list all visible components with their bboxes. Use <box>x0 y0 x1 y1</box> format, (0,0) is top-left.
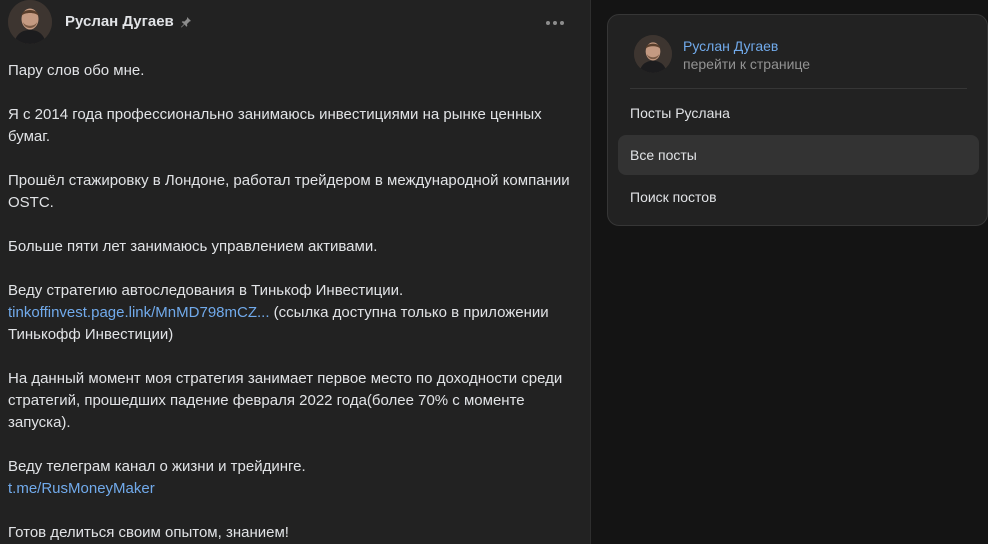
menu-item-author-posts[interactable]: Посты Руслана <box>618 93 979 133</box>
post-text: Пару слов обо мне. Я с 2014 года професс… <box>8 60 573 544</box>
post-panel: Руслан Дугаев Пару слов обо мне. Я с 201… <box>0 0 591 544</box>
post-paragraph: Готов делиться своим опытом, знанием! <box>8 524 289 541</box>
author-avatar[interactable] <box>8 0 52 44</box>
menu-item-search-posts[interactable]: Поиск постов <box>618 177 979 217</box>
profile-avatar[interactable] <box>634 35 672 73</box>
post-paragraph: Веду телеграм канал о жизни и трейдинге.… <box>8 456 573 500</box>
post-paragraph: Веду стратегию автоследования в Тинькоф … <box>8 280 573 346</box>
post-paragraph: На данный момент моя стратегия занимает … <box>8 370 563 431</box>
pin-icon <box>181 17 191 28</box>
author-menu-card: Руслан Дугаев перейти к странице Посты Р… <box>607 14 988 226</box>
post-header: Руслан Дугаев <box>8 0 578 46</box>
post-paragraph: Больше пяти лет занимаюсь управлением ак… <box>8 238 378 255</box>
avatar-photo-icon <box>8 0 52 44</box>
avatar-photo-icon <box>634 35 672 73</box>
telegram-link[interactable]: t.me/RusMoneyMaker <box>8 480 155 497</box>
more-horizontal-icon[interactable] <box>543 13 567 33</box>
post-paragraph: Я с 2014 года профессионально занимаюсь … <box>8 106 542 145</box>
tinkoff-link[interactable]: tinkoffinvest.page.link/MnMD798mCZ... <box>8 304 270 321</box>
post-paragraph: Пару слов обо мне. <box>8 62 145 79</box>
telegram-text: Веду телеграм канал о жизни и трейдинге. <box>8 458 306 475</box>
author-name[interactable]: Руслан Дугаев <box>65 13 174 30</box>
post-paragraph: Прошёл стажировку в Лондоне, работал тре… <box>8 172 570 211</box>
divider <box>630 88 967 89</box>
profile-subtitle[interactable]: перейти к странице <box>683 56 810 72</box>
strategy-text: Веду стратегию автоследования в Тинькоф … <box>8 282 404 299</box>
profile-name-link[interactable]: Руслан Дугаев <box>683 38 778 54</box>
menu-item-all-posts[interactable]: Все посты <box>618 135 979 175</box>
